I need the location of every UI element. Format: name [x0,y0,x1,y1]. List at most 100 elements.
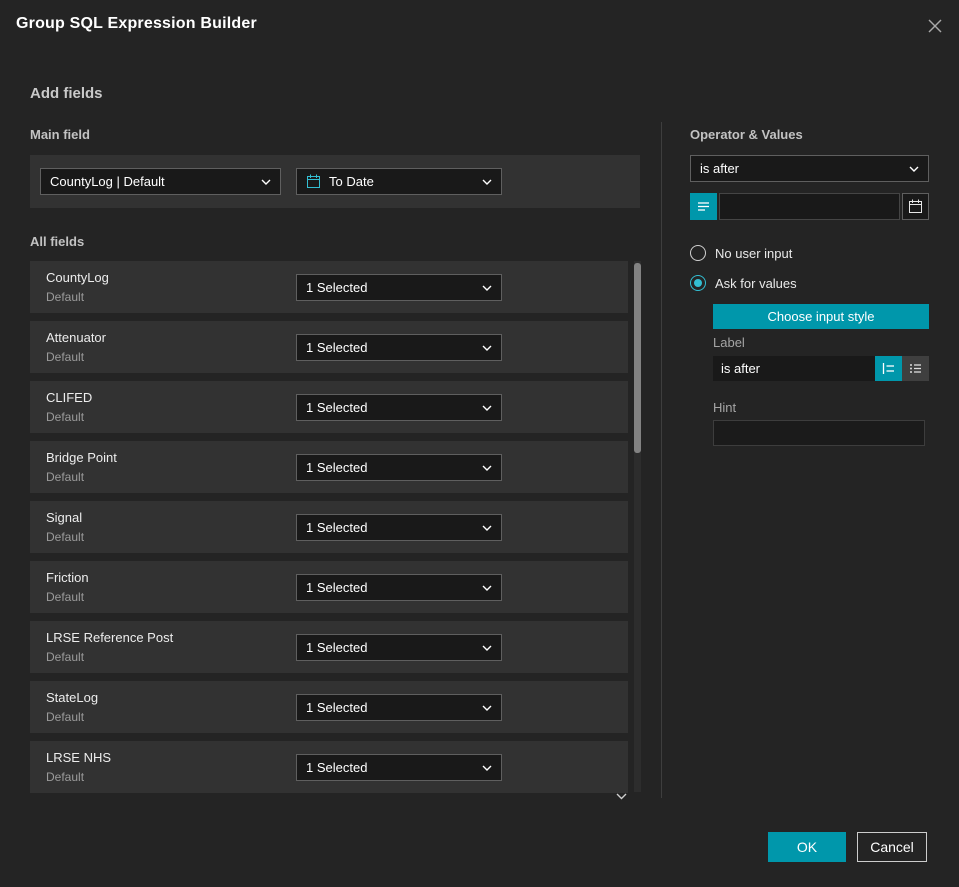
value-input-type-button[interactable] [690,193,717,220]
main-date-select[interactable]: To Date [296,168,502,195]
chevron-down-icon [482,179,492,185]
selected-count: 1 Selected [306,640,368,655]
scrollbar[interactable] [634,261,641,792]
list-item: Attenuator Default 1 Selected [30,321,628,373]
list-input-style-button[interactable] [902,356,929,381]
chevron-down-icon [482,285,492,291]
list-item: Friction Default 1 Selected [30,561,628,613]
list-item: CountyLog Default 1 Selected [30,261,628,313]
ask-for-values-label: Ask for values [715,275,797,291]
selected-count: 1 Selected [306,340,368,355]
main-field-select-value: CountyLog | Default [50,174,165,189]
field-selected-dropdown[interactable]: 1 Selected [296,754,502,781]
operator-select-value: is after [700,161,740,176]
panel-divider [661,122,662,798]
ok-button[interactable]: OK [768,832,846,862]
list-item: Bridge Point Default 1 Selected [30,441,628,493]
radio-unselected-icon [690,245,706,261]
chevron-down-icon [482,585,492,591]
field-name: CountyLog [46,270,109,285]
selected-count: 1 Selected [306,700,368,715]
label-caption: Label [713,335,745,350]
field-selected-dropdown[interactable]: 1 Selected [296,454,502,481]
radio-selected-icon [690,275,706,291]
field-name: Friction [46,570,89,585]
chevron-down-icon [261,179,271,185]
input-lines-icon [698,202,709,211]
chevron-down-icon [482,405,492,411]
selected-count: 1 Selected [306,460,368,475]
cancel-button[interactable]: Cancel [857,832,927,862]
list-item: LRSE Reference Post Default 1 Selected [30,621,628,673]
calendar-icon [909,199,922,213]
main-field-label: Main field [30,127,90,142]
operator-values-heading: Operator & Values [690,127,803,142]
field-name: Bridge Point [46,450,117,465]
field-subtitle: Default [46,410,85,424]
selected-count: 1 Selected [306,280,368,295]
field-name: LRSE Reference Post [46,630,174,645]
main-date-select-value: To Date [329,174,374,189]
chevron-down-icon [909,166,919,172]
dialog-title: Group SQL Expression Builder [16,15,257,32]
value-input-row [690,193,929,220]
field-subtitle: Default [46,470,85,484]
label-input-row [713,356,929,381]
list-item: Signal Default 1 Selected [30,501,628,553]
field-name: LRSE NHS [46,750,112,765]
list-item: StateLog Default 1 Selected [30,681,628,733]
calendar-icon [306,174,321,189]
field-selected-dropdown[interactable]: 1 Selected [296,274,502,301]
field-selected-dropdown[interactable]: 1 Selected [296,634,502,661]
no-user-input-label: No user input [715,245,793,261]
choose-input-style-button[interactable]: Choose input style [713,304,929,329]
value-calendar-button[interactable] [902,193,929,220]
field-selected-dropdown[interactable]: 1 Selected [296,514,502,541]
align-left-icon [882,363,894,374]
chevron-down-icon [482,345,492,351]
field-subtitle: Default [46,770,85,784]
add-fields-heading: Add fields [30,85,103,102]
field-subtitle: Default [46,290,85,304]
selected-count: 1 Selected [306,760,368,775]
main-field-bar: CountyLog | Default To Date [30,155,640,208]
operator-select[interactable]: is after [690,155,929,182]
chevron-down-icon [482,705,492,711]
list-item: CLIFED Default 1 Selected [30,381,628,433]
close-button[interactable] [924,15,946,37]
field-subtitle: Default [46,650,85,664]
field-name: StateLog [46,690,99,705]
field-subtitle: Default [46,590,85,604]
main-field-select[interactable]: CountyLog | Default [40,168,281,195]
chevron-down-icon [482,645,492,651]
field-selected-dropdown[interactable]: 1 Selected [296,334,502,361]
scrollbar-thumb[interactable] [634,263,641,453]
selected-count: 1 Selected [306,520,368,535]
selected-count: 1 Selected [306,400,368,415]
group-sql-expression-builder-dialog: Group SQL Expression Builder Add fields … [0,0,959,887]
close-icon [928,19,942,33]
no-user-input-radio[interactable]: No user input [690,245,792,261]
field-name: Signal [46,510,83,525]
field-selected-dropdown[interactable]: 1 Selected [296,574,502,601]
label-input[interactable] [713,356,875,381]
chevron-down-icon [482,525,492,531]
scroll-down-icon[interactable] [613,790,629,802]
text-input-style-button[interactable] [875,356,902,381]
all-fields-list: CountyLog Default 1 Selected Attenuator … [30,261,628,801]
field-selected-dropdown[interactable]: 1 Selected [296,394,502,421]
hint-caption: Hint [713,400,737,415]
hint-input[interactable] [713,420,925,446]
ask-for-values-radio[interactable]: Ask for values [690,275,797,291]
field-subtitle: Default [46,710,85,724]
chevron-down-icon [482,765,492,771]
chevron-down-icon [482,465,492,471]
all-fields-label: All fields [30,234,85,249]
field-name: CLIFED [46,390,93,405]
selected-count: 1 Selected [306,580,368,595]
field-name: Attenuator [46,330,106,345]
list-item: LRSE NHS Default 1 Selected [30,741,628,793]
field-subtitle: Default [46,530,85,544]
field-selected-dropdown[interactable]: 1 Selected [296,694,502,721]
value-input[interactable] [719,193,900,220]
